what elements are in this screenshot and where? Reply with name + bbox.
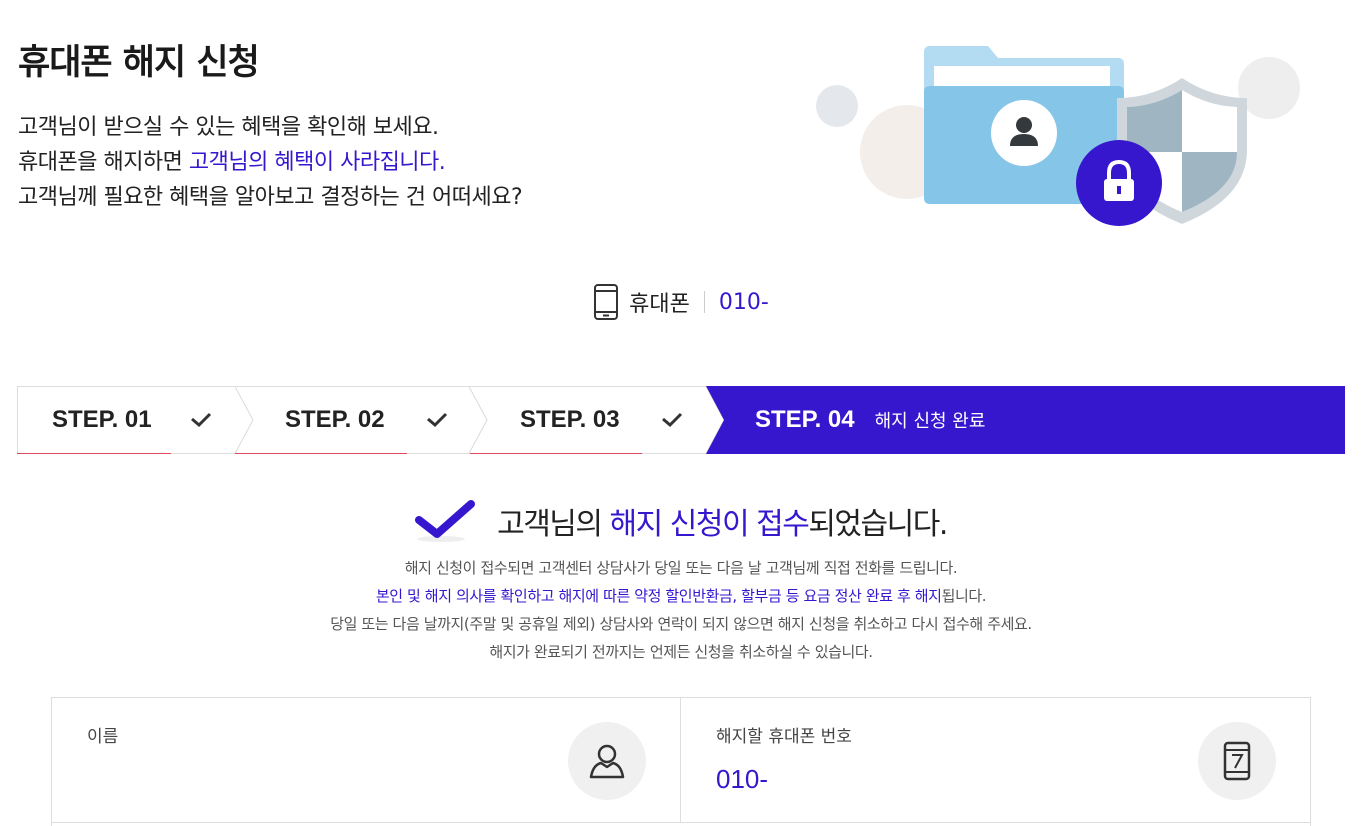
check-mark-icon	[415, 500, 476, 542]
step-04-label: STEP. 04	[755, 406, 855, 433]
phone-label: 휴대폰	[629, 292, 690, 317]
smartphone-icon	[1198, 722, 1276, 800]
divider	[703, 291, 705, 313]
step-01-label: STEP. 01	[52, 406, 152, 433]
step-04-description: 해지 신청 완료	[874, 411, 986, 432]
step-03: STEP. 03	[520, 386, 620, 454]
check-icon	[191, 412, 212, 428]
notice-line-3: 당일 또는 다음 날까지(주말 및 공휴일 제외) 상담사와 연락이 되지 않으…	[330, 615, 1032, 633]
phone-info: 해지할 휴대폰 번호 010-	[681, 698, 1310, 823]
step-04: STEP. 04 해지 신청 완료	[755, 386, 985, 454]
lock-icon	[1076, 140, 1162, 226]
step-02-label: STEP. 02	[285, 406, 385, 433]
completion-heading: 고객님의 해지 신청이 접수되었습니다.	[0, 498, 1362, 544]
notice-line-2-highlight: 본인 및 해지 의사를 확인하고 해지에 따른 약정 할인반환금, 할부금 등 …	[375, 587, 942, 605]
privacy-illustration	[816, 46, 1300, 226]
cancel-phone-value: 010-	[716, 764, 769, 794]
check-icon	[662, 412, 683, 428]
mobile-phone-icon	[594, 284, 619, 320]
person-icon	[568, 722, 646, 800]
hero-line-3: 고객님께 필요한 혜택을 알아보고 결정하는 건 어떠세요?	[18, 185, 523, 210]
phone-summary: 휴대폰 010-	[0, 284, 1362, 320]
completion-notice: 해지 신청이 접수되면 고객센터 상담사가 당일 또는 다음 날 고객님께 직접…	[0, 554, 1362, 666]
deco-circle-right	[1238, 57, 1300, 119]
phone-number: 010-	[718, 289, 769, 315]
cancel-phone-label: 해지할 휴대폰 번호	[716, 727, 852, 747]
completion-prefix: 고객님의	[497, 507, 610, 542]
hero-description: 고객님이 받으실 수 있는 혜택을 확인해 보세요. 휴대폰을 해지하면 고객님…	[18, 110, 523, 215]
info-divider	[52, 822, 1310, 823]
completion-message: 고객님의 해지 신청이 접수되었습니다.	[497, 499, 948, 543]
notice-line-4: 해지가 완료되기 전까지는 언제든 신청을 취소하실 수 있습니다.	[489, 643, 873, 661]
notice-line-2-suffix: 됩니다.	[941, 587, 987, 605]
step-progress-bar: STEP. 01 STEP. 02 STEP. 03 STEP. 04 해지 신…	[17, 386, 1345, 454]
step-03-label: STEP. 03	[520, 406, 620, 433]
user-icon	[991, 100, 1057, 166]
notice-line-1: 해지 신청이 접수되면 고객센터 상담사가 당일 또는 다음 날 고객님께 직접…	[404, 559, 958, 577]
completion-suffix: 되었습니다.	[808, 507, 948, 542]
hero-line-2-highlight: 고객님의 혜택이 사라집니다.	[188, 150, 446, 175]
name-label: 이름	[87, 727, 119, 747]
page-title: 휴대폰 해지 신청	[18, 43, 260, 83]
hero-line-1: 고객님이 받으실 수 있는 혜택을 확인해 보세요.	[18, 115, 439, 140]
completion-highlight: 해지 신청이 접수	[609, 507, 810, 542]
check-icon	[427, 412, 448, 428]
name-info: 이름	[52, 698, 681, 823]
hero-line-2: 휴대폰을 해지하면 고객님의 혜택이 사라집니다.	[18, 145, 522, 180]
deco-circle-small	[816, 85, 858, 127]
application-info-box: 이름 해지할 휴대폰 번호 010-	[51, 697, 1311, 826]
hero-line-2-prefix: 휴대폰을 해지하면	[18, 150, 189, 175]
notice-line-2: 본인 및 해지 의사를 확인하고 해지에 따른 약정 할인반환금, 할부금 등 …	[0, 582, 1362, 610]
step-02: STEP. 02	[285, 386, 385, 454]
step-01: STEP. 01	[52, 386, 152, 454]
